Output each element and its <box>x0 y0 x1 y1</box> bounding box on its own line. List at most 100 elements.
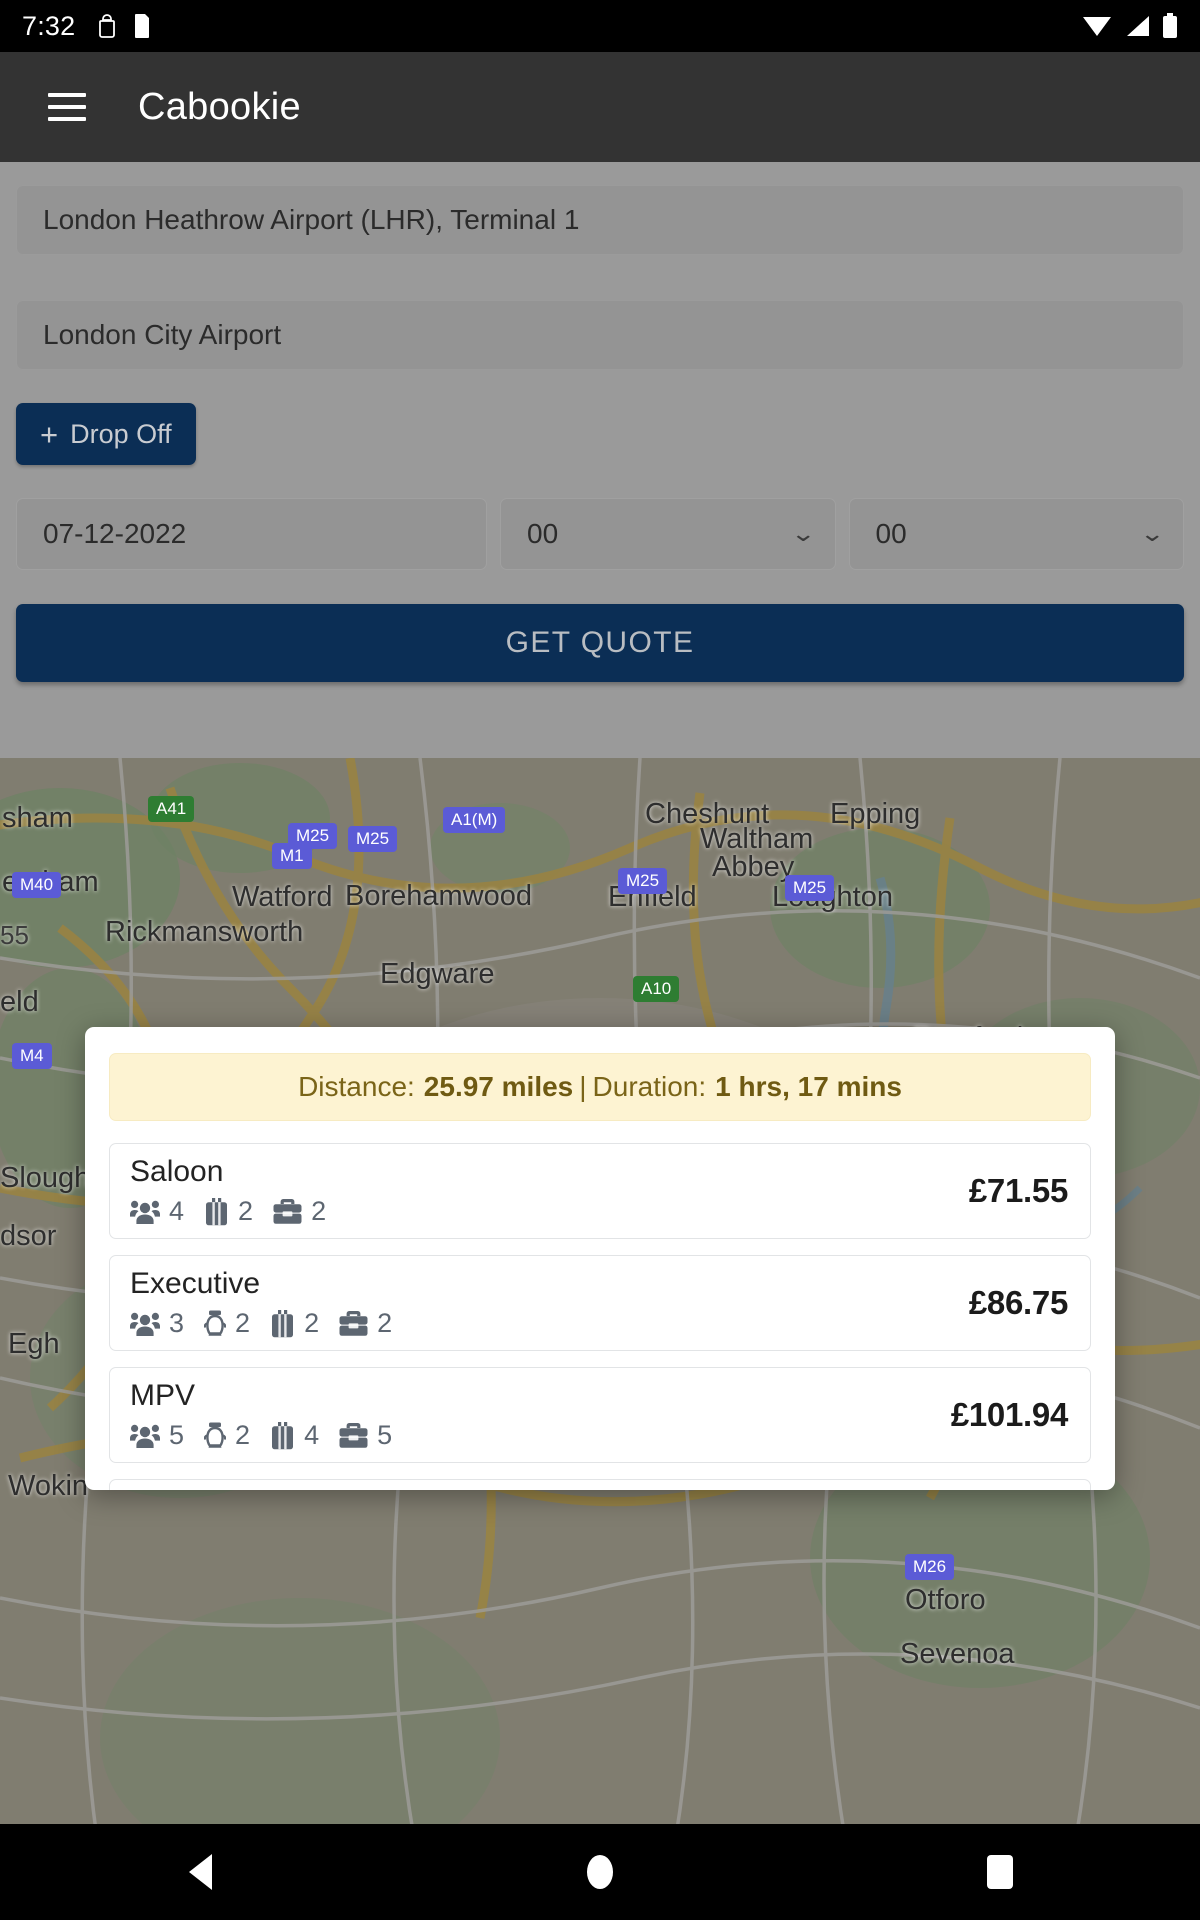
vehicle-specs: 3 2 2 2 <box>130 1308 392 1339</box>
child-seat-icon <box>203 1310 227 1338</box>
map-place-label: Sevenoa <box>900 1638 1015 1670</box>
vehicle-spec: 2 <box>273 1196 326 1227</box>
vehicle-info: Saloon 4 2 2 <box>130 1155 326 1227</box>
vehicle-spec-value: 3 <box>169 1308 185 1338</box>
usb-debug-icon <box>97 13 117 39</box>
app-title: Cabookie <box>138 85 301 128</box>
map-place-label: 55 <box>0 920 29 950</box>
vehicle-name: Saloon <box>130 1155 224 1188</box>
quote-modal: Distance: 25.97 miles | Duration: 1 hrs,… <box>85 1027 1115 1490</box>
suitcase-icon <box>270 1309 295 1338</box>
dropoff-button-wrap: + Drop Off <box>16 403 1200 465</box>
briefcase-icon <box>339 1423 368 1448</box>
map-place-label: Epping <box>830 798 921 830</box>
add-dropoff-button[interactable]: + Drop Off <box>16 403 196 465</box>
vehicle-spec: 4 <box>270 1420 319 1451</box>
chevron-down-icon: ⌄ <box>790 521 817 546</box>
app-bar: Cabookie <box>0 52 1200 162</box>
distance-duration-banner: Distance: 25.97 miles | Duration: 1 hrs,… <box>109 1053 1091 1121</box>
vehicle-spec: 2 <box>203 1308 250 1339</box>
passengers-icon <box>130 1199 160 1225</box>
status-bar-right-icons <box>1082 13 1178 39</box>
plus-icon: + <box>40 416 59 452</box>
vehicle-card[interactable]: 8 Seater8888£117.13 <box>109 1479 1091 1490</box>
vehicle-price: £101.94 <box>950 1396 1068 1433</box>
passengers-icon <box>130 1423 160 1449</box>
vehicle-price: £86.75 <box>968 1284 1068 1321</box>
vehicle-card[interactable]: MPV 5 2 4 5 £101.94 <box>109 1367 1091 1463</box>
map-place-label: Borehamwood <box>345 880 532 912</box>
map-road-badge: M25 <box>618 868 668 894</box>
vehicle-spec-value: 2 <box>235 1420 251 1450</box>
vehicle-spec-value: 2 <box>377 1308 393 1338</box>
vehicle-info: MPV 5 2 4 5 <box>130 1379 392 1451</box>
hour-select-value: 00 <box>527 518 559 549</box>
map-place-label: Slough <box>0 1162 91 1194</box>
vehicle-spec-value: 2 <box>304 1308 320 1338</box>
hamburger-menu-icon[interactable] <box>48 93 86 121</box>
minute-select-value: 00 <box>875 518 907 549</box>
recents-nav-button[interactable] <box>940 1855 1060 1889</box>
back-triangle-icon <box>188 1854 212 1890</box>
duration-label: Duration: <box>592 1071 707 1102</box>
map-road-badge: M26 <box>905 1554 955 1580</box>
passengers-icon <box>130 1311 160 1337</box>
vehicle-spec: 5 <box>339 1420 392 1451</box>
status-bar-clock: 7:32 <box>22 10 76 41</box>
back-nav-button[interactable] <box>140 1854 260 1890</box>
vehicle-spec: 5 <box>130 1420 184 1451</box>
vehicle-spec-value: 4 <box>169 1196 185 1226</box>
distance-label: Distance: <box>298 1071 415 1102</box>
chevron-down-icon: ⌄ <box>1138 521 1165 546</box>
sd-card-icon <box>133 13 151 39</box>
vehicle-spec-value: 4 <box>304 1420 320 1450</box>
vehicle-spec: 2 <box>204 1196 253 1227</box>
vehicle-spec: 4 <box>130 1196 184 1227</box>
vehicle-spec: 2 <box>339 1308 392 1339</box>
date-input[interactable]: 07-12-2022 <box>16 498 487 570</box>
vehicle-spec-value: 2 <box>311 1196 327 1226</box>
map-place-label: eld <box>0 986 39 1018</box>
vehicle-specs: 5 2 4 5 <box>130 1420 392 1451</box>
map-place-label: Edgware <box>380 958 495 990</box>
distance-value: 25.97 miles <box>423 1071 574 1102</box>
briefcase-icon <box>273 1199 302 1224</box>
cellular-signal-icon <box>1123 14 1151 38</box>
pickup-input[interactable]: London Heathrow Airport (LHR), Terminal … <box>16 185 1184 255</box>
vehicle-list: Saloon 4 2 2 £71.55 Executive 3 2 2 2 £86.75 MPV 5 2 4… <box>109 1143 1091 1490</box>
add-dropoff-label: Drop Off <box>70 418 172 449</box>
suitcase-icon <box>204 1197 229 1226</box>
vehicle-spec: 2 <box>203 1420 251 1451</box>
android-nav-bar <box>0 1824 1200 1920</box>
map-road-badge: A10 <box>633 976 680 1002</box>
vehicle-spec-value: 2 <box>238 1196 254 1226</box>
vehicle-spec-value: 5 <box>377 1420 393 1450</box>
map-place-label: dsor <box>0 1220 57 1252</box>
status-bar: 7:32 <box>0 0 1200 52</box>
suitcase-icon <box>270 1421 295 1450</box>
hour-select[interactable]: 00 ⌄ <box>500 498 836 570</box>
map-road-badge: A1(M) <box>443 807 506 833</box>
get-quote-button[interactable]: GET QUOTE <box>16 604 1184 682</box>
vehicle-name: MPV <box>130 1379 196 1412</box>
wifi-icon <box>1082 14 1112 38</box>
minute-select[interactable]: 00 ⌄ <box>848 498 1184 570</box>
destination-input[interactable]: London City Airport <box>16 300 1184 370</box>
map-road-badge: M25 <box>348 826 398 852</box>
recents-square-icon <box>987 1855 1013 1889</box>
vehicle-info: Executive 3 2 2 2 <box>130 1267 392 1339</box>
home-nav-button[interactable] <box>540 1855 660 1889</box>
banner-separator: | <box>579 1071 587 1102</box>
vehicle-card[interactable]: Executive 3 2 2 2 £86.75 <box>109 1255 1091 1351</box>
vehicle-name: Executive <box>130 1267 261 1300</box>
map-place-label: Egh <box>8 1328 60 1360</box>
battery-icon <box>1162 13 1178 39</box>
vehicle-spec: 2 <box>270 1308 319 1339</box>
duration-value: 1 hrs, 17 mins <box>715 1071 902 1102</box>
child-seat-icon <box>203 1422 227 1450</box>
vehicle-card[interactable]: Saloon 4 2 2 £71.55 <box>109 1143 1091 1239</box>
map-place-label: sham <box>2 802 73 834</box>
map-road-badge: M1 <box>272 843 312 869</box>
map-road-badge: A41 <box>148 796 195 822</box>
datetime-row: 07-12-2022 00 ⌄ 00 ⌄ <box>16 498 1184 570</box>
